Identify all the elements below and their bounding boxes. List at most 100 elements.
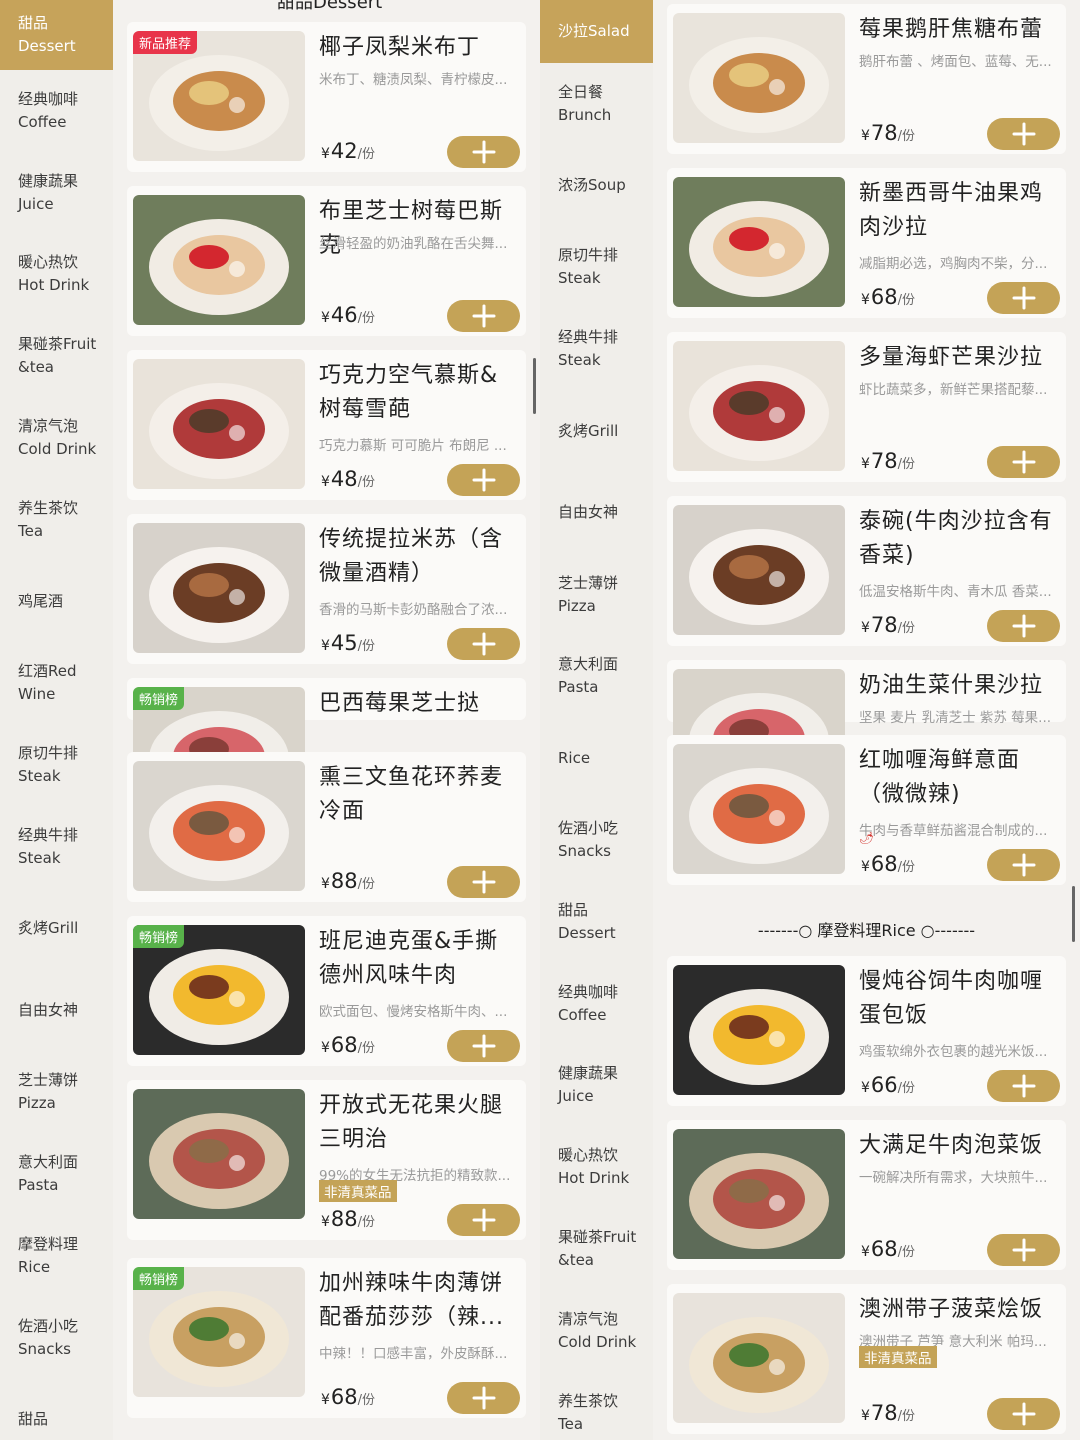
sidebar-item[interactable]: 养生茶饮 Tea	[540, 1372, 653, 1440]
sidebar-item-label: 原切牛排	[18, 744, 79, 763]
product-card[interactable]: 大满足牛肉泡菜饭 一碗解决所有需求，大块煎牛... ¥68/份	[667, 1120, 1066, 1270]
sidebar-item[interactable]: 经典咖啡 Coffee	[0, 70, 113, 152]
product-image	[133, 523, 305, 653]
sidebar-item[interactable]: 沙拉Salad	[540, 0, 653, 63]
product-name: 泰碗(牛肉沙拉含有香菜)	[859, 509, 1053, 568]
product-image	[673, 177, 845, 307]
add-to-cart-button[interactable]	[447, 866, 520, 898]
plus-icon	[472, 1386, 495, 1410]
add-to-cart-button[interactable]	[447, 300, 520, 332]
sidebar-item[interactable]: Rice	[540, 717, 653, 799]
sidebar-item[interactable]: 暖心热饮 Hot Drink	[0, 234, 113, 316]
sidebar-item[interactable]: 佐酒小吃 Snacks	[0, 1297, 113, 1379]
product-card[interactable]: 熏三文鱼花环荞麦冷面 ¥88/份	[127, 752, 526, 902]
sidebar-item[interactable]: 甜品 Dessert	[0, 0, 113, 70]
sidebar-item[interactable]: 芝士薄饼 Pizza	[0, 1052, 113, 1134]
sidebar-item[interactable]: 果碰茶Fruit &tea	[540, 1208, 653, 1290]
section-title-dessert: 甜品Dessert	[277, 0, 383, 13]
product-card[interactable]: 新品推荐 椰子凤梨米布丁 米布丁、糖渍凤梨、青柠檬皮... ¥42/份	[127, 22, 526, 172]
add-to-cart-button[interactable]	[447, 464, 520, 496]
sidebar-item[interactable]: 养生茶饮 Tea	[0, 479, 113, 561]
sidebar-item[interactable]: 果碰茶Fruit &tea	[0, 315, 113, 397]
product-card[interactable]: 奶油生菜什果沙拉 坚果 麦片 乳清芝士 紫苏 莓果...	[667, 660, 1066, 799]
sidebar-item[interactable]: 浓汤Soup	[540, 145, 653, 227]
sidebar-item-label: 果碰茶Fruit	[18, 335, 97, 354]
price-unit: /份	[357, 877, 376, 892]
price-value: 78	[870, 449, 898, 473]
sidebar-item[interactable]: 红酒Red Wine	[0, 643, 113, 725]
product-badge: 畅销榜	[133, 1267, 185, 1290]
product-card[interactable]: 澳洲带子菠菜烩饭 澳洲带子 芦笋 意大利米 帕玛... 非清真菜品 ¥78/份	[667, 1284, 1066, 1434]
add-to-cart-button[interactable]	[447, 1204, 520, 1236]
sidebar-item-sublabel: Snacks	[18, 1339, 71, 1358]
sidebar-item-label: 佐酒小吃	[558, 819, 619, 838]
sidebar-item-label: 自由女神	[558, 503, 619, 522]
product-card[interactable]: 莓果鹅肝焦糖布蕾 鹅肝布蕾 、烤面包、蓝莓、无... ¥78/份	[667, 4, 1066, 154]
add-to-cart-button[interactable]	[987, 118, 1060, 150]
product-price: ¥68/份	[321, 1033, 375, 1057]
product-card[interactable]: 多量海虾芒果沙拉 虾比蔬菜多，新鲜芒果搭配藜... ¥78/份	[667, 332, 1066, 482]
product-description: 鹅肝布蕾 、烤面包、蓝莓、无...	[859, 54, 1052, 70]
sidebar-item[interactable]: 摩登料理 Rice	[0, 1215, 113, 1297]
sidebar-item[interactable]: 鸡尾酒	[0, 561, 113, 643]
sidebar-item[interactable]: 健康蔬果 Juice	[540, 1045, 653, 1127]
currency-symbol: ¥	[861, 128, 870, 144]
add-to-cart-button[interactable]	[447, 1382, 520, 1414]
product-card[interactable]: 布里芝士树莓巴斯克 丝滑轻盈的奶油乳酪在舌尖舞... ¥46/份	[127, 186, 526, 336]
scrollbar-left[interactable]	[533, 358, 536, 414]
sidebar-item[interactable]: 自由女神	[0, 970, 113, 1052]
product-card[interactable]: 畅销榜 班尼迪克蛋&手撕德州风味牛肉 欧式面包、慢烤安格斯牛肉、... ¥68/份	[127, 916, 526, 1066]
sidebar-item[interactable]: 暖心热饮 Hot Drink	[540, 1126, 653, 1208]
sidebar-item[interactable]: 甜品 Dessert	[540, 881, 653, 963]
sidebar-item[interactable]: 意大利面 Pasta	[540, 636, 653, 718]
add-to-cart-button[interactable]	[447, 628, 520, 660]
sidebar-item[interactable]: 原切牛排 Steak	[540, 227, 653, 309]
price-value: 68	[870, 852, 898, 876]
sidebar-item[interactable]: 经典牛排 Steak	[0, 806, 113, 888]
add-to-cart-button[interactable]	[447, 136, 520, 168]
product-card[interactable]: 新墨西哥牛油果鸡肉沙拉 减脂期必选，鸡胸肉不柴，分... ¥68/份	[667, 168, 1066, 318]
price-unit: /份	[357, 475, 376, 490]
product-image	[673, 965, 845, 1095]
product-tag: 非清真菜品	[859, 1346, 937, 1368]
sidebar-item[interactable]: 清凉气泡 Cold Drink	[0, 397, 113, 479]
add-to-cart-button[interactable]	[987, 610, 1060, 642]
scrollbar-right[interactable]	[1072, 886, 1075, 942]
add-to-cart-button[interactable]	[987, 1234, 1060, 1266]
sidebar-item[interactable]: 芝士薄饼 Pizza	[540, 554, 653, 636]
sidebar-item[interactable]: 经典牛排 Steak	[540, 308, 653, 390]
product-card[interactable]: 慢炖谷饲牛肉咖喱蛋包饭 鸡蛋软绵外衣包裹的越光米饭... ¥66/份	[667, 956, 1066, 1106]
product-card[interactable]: 开放式无花果火腿三明治 99%的女生无法抗拒的精致款... 非清真菜品 ¥88/份	[127, 1080, 526, 1240]
sidebar-item[interactable]: 经典咖啡 Coffee	[540, 963, 653, 1045]
sidebar-item[interactable]: 原切牛排 Steak	[0, 724, 113, 806]
product-card[interactable]: 畅销榜 加州辣味牛肉薄饼配番茄莎莎（辣... 中辣！！口感丰富，外皮酥酥... ¥68…	[127, 1258, 526, 1418]
sidebar-item-label: 甜品	[18, 14, 49, 32]
product-card[interactable]: 传统提拉米苏（含微量酒精） 香滑的马斯卡彭奶酪融合了浓... ¥45/份	[127, 514, 526, 664]
price-value: 88	[330, 869, 358, 893]
add-to-cart-button[interactable]	[987, 849, 1060, 881]
sidebar-item-label: 经典咖啡	[18, 89, 79, 108]
sidebar-item[interactable]: 甜品	[0, 1379, 113, 1440]
add-to-cart-button[interactable]	[447, 1030, 520, 1062]
sidebar-item[interactable]: 全日餐 Brunch	[540, 63, 653, 145]
add-to-cart-button[interactable]	[987, 446, 1060, 478]
sidebar-item-label: 经典牛排	[18, 826, 79, 845]
product-card[interactable]: 畅销榜 巴西莓果芝士挞	[127, 678, 526, 817]
add-to-cart-button[interactable]	[987, 282, 1060, 314]
add-to-cart-button[interactable]	[987, 1398, 1060, 1430]
sidebar-item[interactable]: 炙烤Grill	[540, 390, 653, 472]
product-description: 减脂期必选，鸡胸肉不柴，分...	[859, 256, 1048, 272]
product-image	[673, 505, 845, 635]
sidebar-item[interactable]: 健康蔬果 Juice	[0, 152, 113, 234]
sidebar-item[interactable]: 清凉气泡 Cold Drink	[540, 1290, 653, 1372]
product-card[interactable]: 红咖喱海鲜意面（微微辣) 牛肉与香草鲜茄酱混合制成的... 🌶 ¥68/份	[667, 735, 1066, 885]
sidebar-item-sublabel: Brunch	[558, 105, 612, 124]
sidebar-item[interactable]: 意大利面 Pasta	[0, 1133, 113, 1215]
sidebar-item[interactable]: 自由女神	[540, 472, 653, 554]
product-card[interactable]: 泰碗(牛肉沙拉含有香菜) 低温安格斯牛肉、青木瓜 香菜... ¥78/份	[667, 496, 1066, 646]
add-to-cart-button[interactable]	[987, 1070, 1060, 1102]
sidebar-item[interactable]: 佐酒小吃 Snacks	[540, 799, 653, 881]
product-name: 加州辣味牛肉薄饼配番茄莎莎（辣...	[319, 1271, 504, 1330]
product-card[interactable]: 巧克力空气慕斯&树莓雪葩 巧克力慕斯 可可脆片 布朗尼 ... ¥48/份	[127, 350, 526, 500]
sidebar-item[interactable]: 炙烤Grill	[0, 888, 113, 970]
